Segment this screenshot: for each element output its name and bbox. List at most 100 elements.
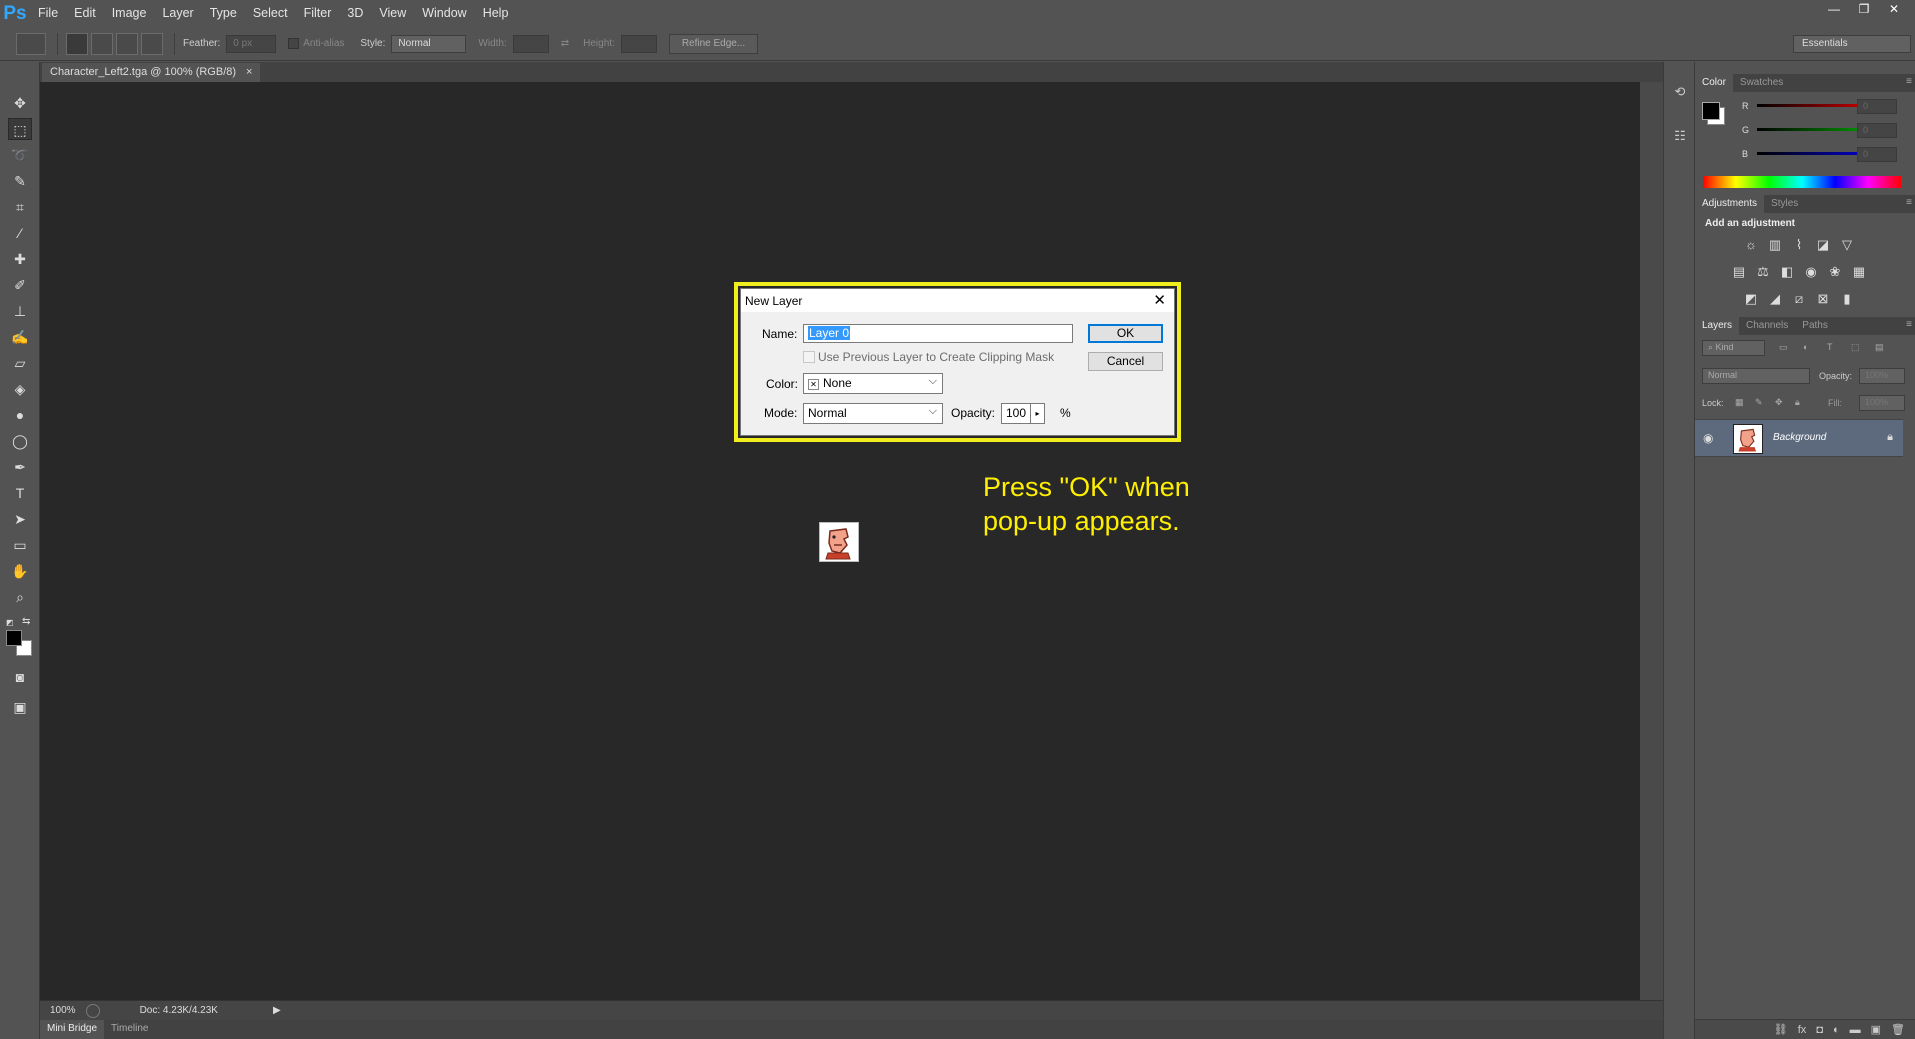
tab-channels[interactable]: Channels	[1739, 317, 1795, 335]
tab-paths[interactable]: Paths	[1795, 317, 1835, 335]
menu-view[interactable]: View	[371, 0, 414, 27]
history-brush-tool-icon[interactable]: ✍	[8, 326, 32, 348]
close-window-icon[interactable]: ✕	[1879, 0, 1909, 18]
menu-layer[interactable]: Layer	[154, 0, 201, 27]
color-lookup-icon[interactable]: ▦	[1851, 265, 1867, 279]
lock-position-icon[interactable]: ✥	[1775, 397, 1783, 408]
clone-stamp-tool-icon[interactable]: ⊥	[8, 300, 32, 322]
add-selection-icon[interactable]	[91, 32, 113, 55]
tab-styles[interactable]: Styles	[1764, 195, 1805, 213]
swap-icon[interactable]: ⇄	[561, 38, 569, 49]
opacity-input[interactable]: 100	[1001, 403, 1031, 424]
visibility-eye-icon[interactable]: ◉	[1703, 431, 1713, 445]
panel-menu-icon[interactable]: ≡	[1906, 319, 1912, 330]
panel-menu-icon[interactable]: ≡	[1906, 197, 1912, 208]
pen-tool-icon[interactable]: ✒	[8, 456, 32, 478]
menu-filter[interactable]: Filter	[296, 0, 340, 27]
close-tab-icon[interactable]: ×	[246, 66, 252, 79]
filter-shape-icon[interactable]: ⬚	[1851, 342, 1860, 353]
blur-tool-icon[interactable]: ●	[8, 404, 32, 426]
foreground-color-swatch[interactable]	[1702, 102, 1720, 120]
tab-timeline[interactable]: Timeline	[104, 1020, 155, 1039]
style-select[interactable]: Normal	[391, 34, 467, 53]
new-adjustment-layer-icon[interactable]: ◐	[1833, 1024, 1840, 1036]
tab-swatches[interactable]: Swatches	[1733, 74, 1790, 92]
filter-type-icon[interactable]: T	[1827, 342, 1833, 352]
layer-blend-mode-select[interactable]: Normal	[1702, 368, 1810, 384]
menu-file[interactable]: File	[30, 0, 66, 27]
subtract-selection-icon[interactable]	[116, 32, 138, 55]
menu-window[interactable]: Window	[414, 0, 474, 27]
type-tool-icon[interactable]: T	[8, 482, 32, 504]
color-balance-icon[interactable]: ⚖	[1755, 265, 1771, 279]
hue-saturation-icon[interactable]: ▤	[1731, 265, 1747, 279]
menu-edit[interactable]: Edit	[66, 0, 104, 27]
tab-color[interactable]: Color	[1695, 74, 1733, 92]
restore-icon[interactable]: ❐	[1849, 0, 1879, 18]
layer-style-icon[interactable]: fx	[1798, 1024, 1807, 1036]
menu-select[interactable]: Select	[245, 0, 296, 27]
minimize-icon[interactable]: —	[1819, 0, 1849, 18]
foreground-color-swatch[interactable]	[6, 630, 22, 646]
threshold-icon[interactable]: ⧄	[1791, 292, 1807, 306]
refine-edge-button[interactable]: Refine Edge...	[668, 33, 759, 54]
workspace-select[interactable]: Essentials	[1793, 35, 1911, 53]
layer-name[interactable]: Background	[1773, 432, 1826, 443]
move-tool-icon[interactable]: ✥	[8, 92, 32, 114]
eyedropper-tool-icon[interactable]: ⁄	[8, 222, 32, 244]
green-value-input[interactable]: 0	[1857, 123, 1897, 138]
lock-image-icon[interactable]: ✎	[1755, 397, 1763, 408]
layer-name-input[interactable]: Layer 0	[803, 324, 1073, 343]
opacity-slider-arrow-icon[interactable]: ▸	[1031, 403, 1045, 424]
filter-pixel-icon[interactable]: ▭	[1779, 342, 1788, 353]
menu-type[interactable]: Type	[202, 0, 245, 27]
curves-icon[interactable]: ⌇	[1791, 238, 1807, 252]
paint-bucket-tool-icon[interactable]: ◈	[8, 378, 32, 400]
invert-icon[interactable]: ◩	[1743, 292, 1759, 306]
new-layer-icon[interactable]: ▣	[1871, 1023, 1881, 1036]
filter-adjustment-icon[interactable]: ◐	[1803, 342, 1808, 352]
clipping-mask-checkbox[interactable]	[803, 351, 815, 363]
brush-tool-icon[interactable]: ✐	[8, 274, 32, 296]
height-input[interactable]	[620, 34, 657, 53]
width-input[interactable]	[512, 34, 549, 53]
layer-row[interactable]: ◉ Background 🔒︎	[1695, 419, 1903, 457]
screen-mode-icon[interactable]: ▣	[8, 696, 32, 718]
blend-mode-select[interactable]: Normal ⌵	[803, 403, 943, 424]
link-layers-icon[interactable]: ⛓	[1774, 1023, 1788, 1036]
properties-panel-icon[interactable]: ☷	[1671, 128, 1689, 146]
hand-tool-icon[interactable]: ✋	[8, 560, 32, 582]
red-value-input[interactable]: 0	[1857, 99, 1897, 114]
new-group-icon[interactable]: ▬	[1850, 1024, 1861, 1036]
layer-color-select[interactable]: ✕ None ⌵	[803, 373, 943, 394]
lock-all-icon[interactable]: 🔒︎	[1795, 397, 1800, 408]
canvas-vertical-scrollbar[interactable]	[1640, 82, 1663, 1000]
rectangle-tool-icon[interactable]: ▭	[8, 534, 32, 556]
cancel-button[interactable]: Cancel	[1088, 352, 1163, 371]
layer-fill-input[interactable]: 100%	[1859, 395, 1905, 411]
ok-button[interactable]: OK	[1088, 324, 1163, 343]
posterize-icon[interactable]: ◢	[1767, 292, 1783, 306]
document-tab[interactable]: Character_Left2.tga @ 100% (RGB/8) ×	[42, 63, 261, 82]
add-mask-icon[interactable]: ◘	[1816, 1024, 1823, 1036]
marquee-tool-icon[interactable]: ⬚	[8, 118, 32, 140]
crop-tool-icon[interactable]: ⌗	[8, 196, 32, 218]
tab-mini-bridge[interactable]: Mini Bridge	[40, 1020, 105, 1039]
quick-mask-icon[interactable]: ◙	[8, 666, 32, 688]
vibrance-icon[interactable]: ▽	[1839, 238, 1855, 252]
intersect-selection-icon[interactable]	[141, 32, 163, 55]
layer-opacity-input[interactable]: 100%	[1859, 368, 1905, 384]
history-panel-icon[interactable]: ⟲	[1671, 84, 1689, 102]
menu-image[interactable]: Image	[104, 0, 155, 27]
color-spectrum-bar[interactable]	[1703, 176, 1901, 188]
tab-adjustments[interactable]: Adjustments	[1695, 195, 1765, 213]
zoom-tool-icon[interactable]: ⌕	[8, 586, 32, 608]
status-info-icon[interactable]	[85, 1003, 100, 1018]
channel-mixer-icon[interactable]: ❀	[1827, 265, 1843, 279]
marquee-preset-icon[interactable]	[16, 32, 46, 55]
levels-icon[interactable]: ▥	[1767, 238, 1783, 252]
blue-value-input[interactable]: 0	[1857, 147, 1897, 162]
zoom-level[interactable]: 100%	[40, 1005, 86, 1016]
selective-color-icon[interactable]: ⊠	[1815, 292, 1831, 306]
lock-transparent-icon[interactable]: ▦	[1735, 397, 1744, 408]
